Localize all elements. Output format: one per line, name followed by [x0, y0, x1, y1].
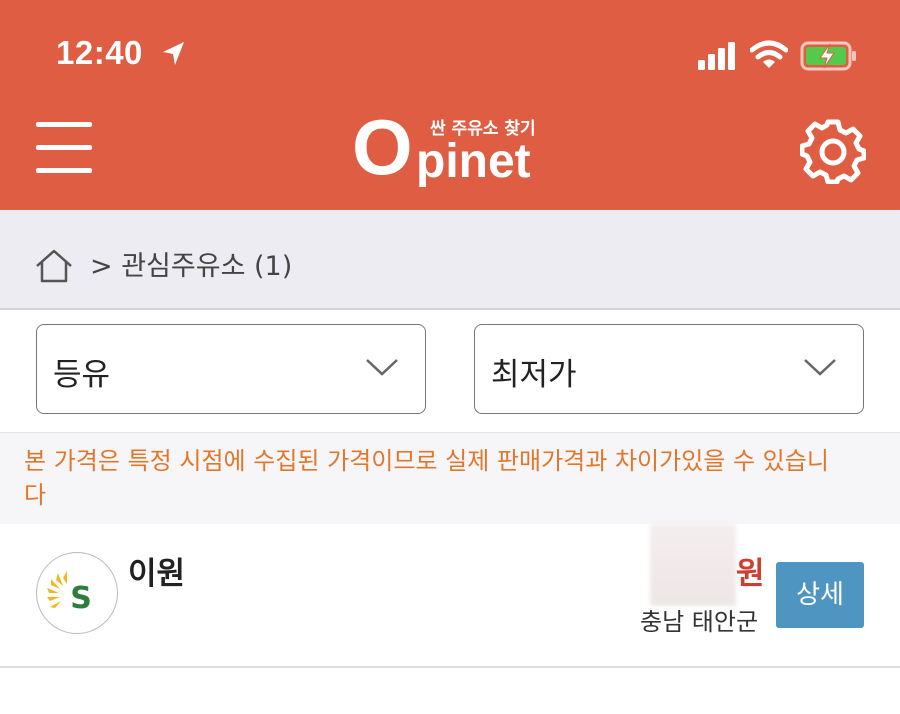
battery-charging-icon — [800, 41, 856, 71]
station-region: 충남 태안군 — [640, 608, 759, 636]
chevron-down-icon — [804, 359, 836, 376]
app-header: 12:40 O 싼 주유소 찾기 pinet — [0, 0, 900, 210]
fuel-type-select[interactable]: 등유 — [36, 324, 426, 414]
wifi-icon — [750, 40, 788, 68]
opinet-logo: O 싼 주유소 찾기 pinet — [350, 108, 550, 194]
menu-icon-bar — [36, 122, 92, 127]
home-icon[interactable] — [34, 248, 74, 284]
brand-logo-icon: S — [36, 552, 118, 634]
menu-icon-bar — [36, 168, 92, 173]
logo-wordmark: pinet — [416, 135, 531, 188]
status-time: 12:40 — [56, 34, 143, 71]
brand-logo-graphic: S — [47, 571, 92, 616]
svg-text:S: S — [70, 581, 92, 616]
station-list-item[interactable]: S 이원 원 충남 태안군 상세 — [0, 524, 900, 668]
menu-button[interactable] — [36, 122, 94, 174]
breadcrumb: > 관심주유소 (1) — [0, 210, 900, 310]
breadcrumb-text: > 관심주유소 (1) — [90, 251, 293, 282]
sort-order-value: 최저가 — [491, 357, 577, 393]
price-notice: 본 가격은 특정 시점에 수집된 가격이므로 실제 판매가격과 차이가있을 수 … — [24, 447, 829, 509]
price-redacted — [650, 524, 736, 606]
sort-order-select[interactable]: 최저가 — [474, 324, 864, 414]
signal-icon — [698, 42, 735, 70]
location-arrow-icon — [163, 42, 184, 65]
station-name: 이원 — [128, 556, 186, 592]
chevron-down-icon — [366, 359, 398, 376]
station-price-unit: 원 — [736, 556, 765, 592]
fuel-type-value: 등유 — [53, 357, 111, 393]
logo-letter-o: O — [352, 103, 413, 191]
gear-icon[interactable] — [800, 118, 866, 184]
menu-icon-bar — [36, 145, 92, 150]
detail-button[interactable]: 상세 — [776, 562, 864, 628]
